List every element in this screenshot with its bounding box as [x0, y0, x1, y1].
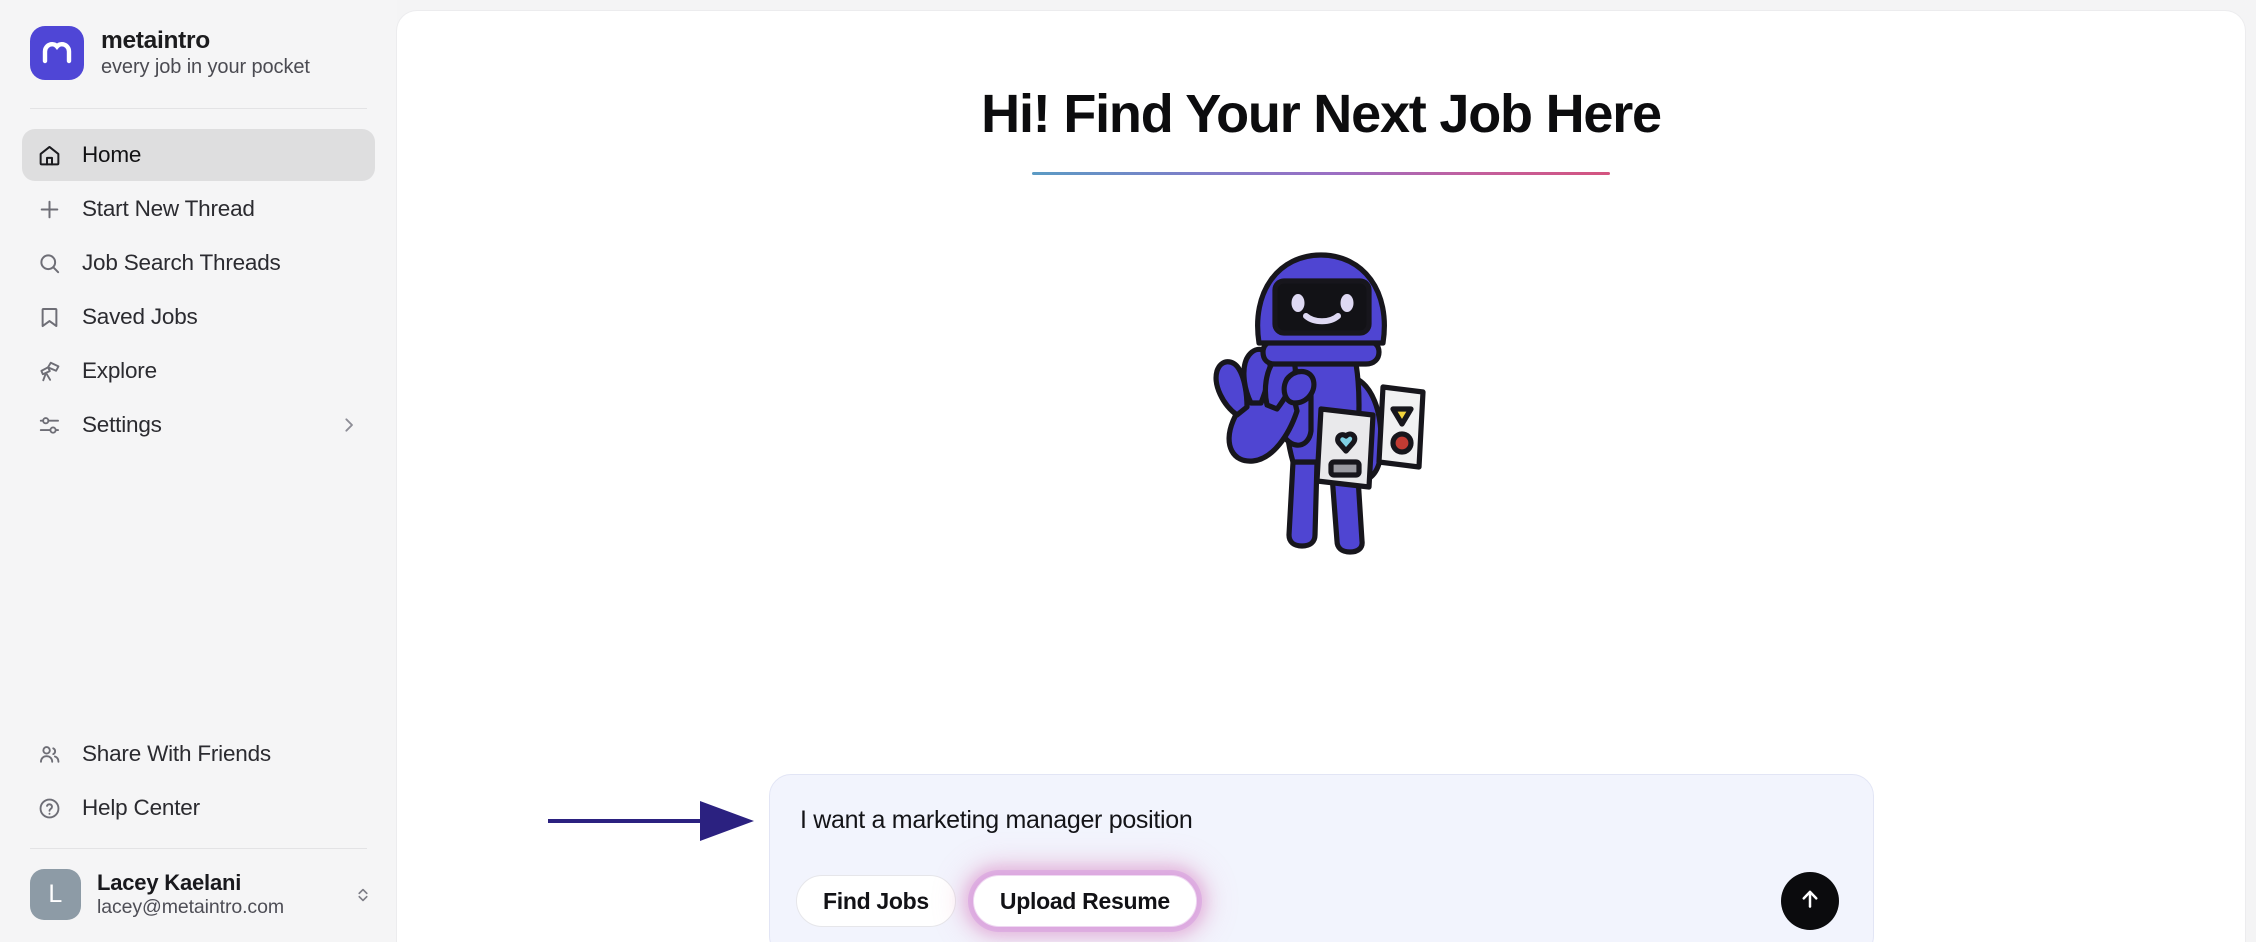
chat-input[interactable]: I want a marketing manager position — [796, 805, 1839, 835]
sidebar-item-saved-jobs[interactable]: Saved Jobs — [22, 291, 375, 343]
arrow-up-icon — [1797, 886, 1823, 917]
chevrons-up-down-icon[interactable] — [343, 885, 373, 905]
app-root: metaintro every job in your pocket Home — [0, 0, 2256, 942]
chevron-right-icon — [338, 415, 359, 436]
composer-action-row: Find Jobs Upload Resume — [796, 872, 1839, 930]
bookmark-icon — [36, 304, 63, 331]
sidebar-item-label: Job Search Threads — [82, 250, 281, 275]
metaintro-m-logo-icon — [30, 26, 84, 80]
sidebar-item-label: Help Center — [82, 795, 200, 820]
brand-name: metaintro — [101, 27, 210, 55]
waving-robot-mascot-icon — [1213, 252, 1426, 555]
telescope-icon — [36, 358, 63, 385]
user-email: lacey@metaintro.com — [97, 896, 284, 919]
main-panel-wrapper: Hi! Find Your Next Job Here I want a mar… — [397, 0, 2256, 942]
user-name: Lacey Kaelani — [97, 870, 242, 896]
sidebar-item-help-center[interactable]: Help Center — [22, 782, 375, 834]
users-icon — [36, 741, 63, 768]
page-title: Hi! Find Your Next Job Here — [981, 84, 1662, 144]
brand-tagline: every job in your pocket — [101, 55, 310, 78]
chat-composer[interactable]: I want a marketing manager position Find… — [769, 774, 1874, 942]
sidebar-item-label: Explore — [82, 358, 157, 383]
sidebar-item-label: Settings — [82, 412, 162, 437]
sidebar-item-explore[interactable]: Explore — [22, 345, 375, 397]
search-icon — [36, 250, 63, 277]
sidebar-item-settings[interactable]: Settings — [22, 399, 375, 451]
gradient-rule — [1032, 172, 1610, 175]
sidebar-item-label: Saved Jobs — [82, 304, 198, 329]
hero-section: Hi! Find Your Next Job Here — [397, 11, 2245, 175]
sidebar-item-start-new-thread[interactable]: Start New Thread — [22, 183, 375, 235]
brand-header[interactable]: metaintro every job in your pocket — [0, 0, 397, 108]
sidebar-item-label: Share With Friends — [82, 741, 271, 766]
send-button[interactable] — [1781, 872, 1839, 930]
sidebar: metaintro every job in your pocket Home — [0, 0, 397, 942]
sliders-icon — [36, 412, 63, 439]
upload-resume-button[interactable]: Upload Resume — [972, 875, 1197, 927]
sidebar-item-home[interactable]: Home — [22, 129, 375, 181]
question-circle-icon — [36, 795, 63, 822]
sidebar-nav-bottom: Share With Friends Help Center — [0, 728, 397, 834]
avatar: L — [30, 869, 81, 920]
sidebar-nav: Home Start New Thread Job Search Threads… — [0, 109, 397, 451]
home-icon — [36, 142, 63, 169]
sidebar-item-label: Start New Thread — [82, 196, 255, 221]
sidebar-item-job-search-threads[interactable]: Job Search Threads — [22, 237, 375, 289]
user-profile-switcher[interactable]: L Lacey Kaelani lacey@metaintro.com — [0, 849, 397, 942]
sidebar-item-label: Home — [82, 142, 142, 167]
main-panel: Hi! Find Your Next Job Here I want a mar… — [397, 11, 2245, 942]
sidebar-item-share-with-friends[interactable]: Share With Friends — [22, 728, 375, 780]
find-jobs-button[interactable]: Find Jobs — [796, 875, 956, 927]
plus-icon — [36, 196, 63, 223]
